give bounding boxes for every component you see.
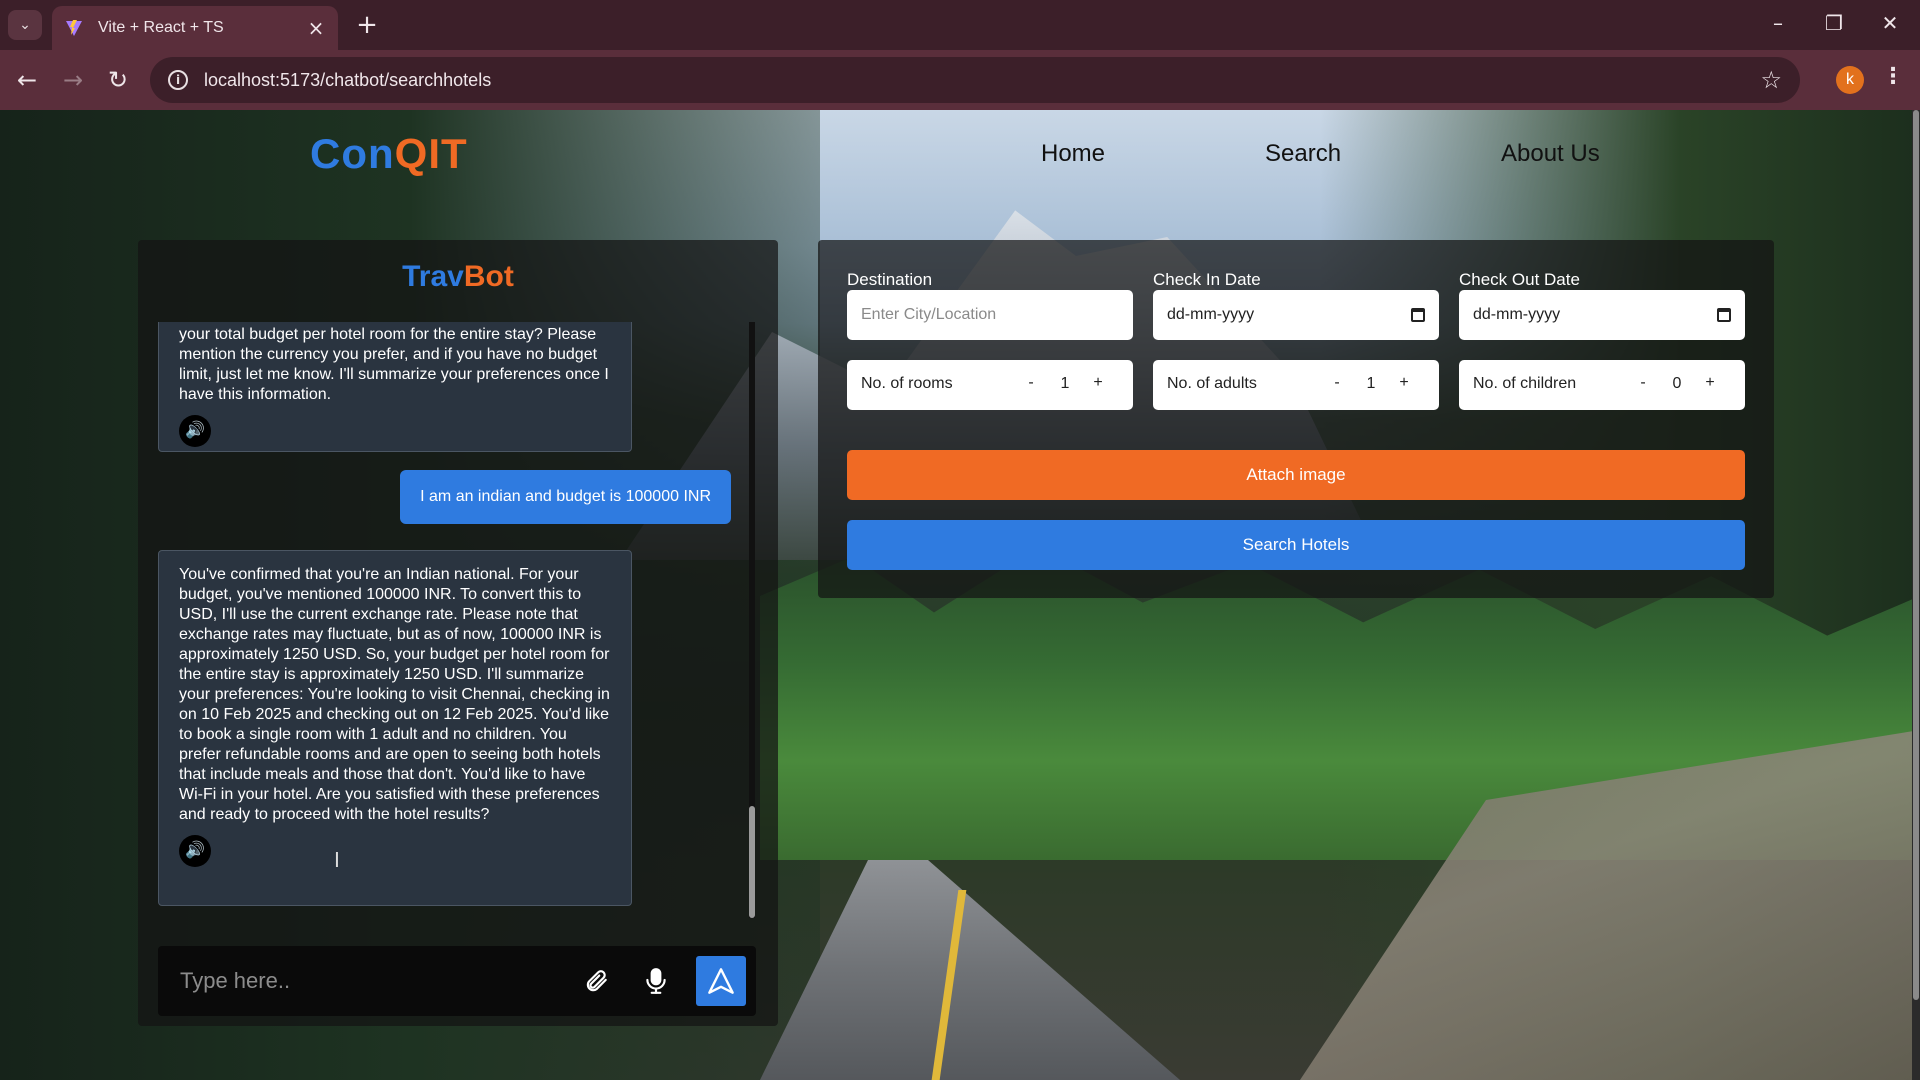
profile-avatar[interactable]: k <box>1836 66 1864 94</box>
paperclip-icon[interactable] <box>578 963 614 999</box>
checkout-label: Check Out Date <box>1459 270 1580 289</box>
vite-logo-icon <box>66 20 82 36</box>
adults-value: 1 <box>1366 375 1376 392</box>
microphone-icon[interactable] <box>638 963 674 999</box>
close-window-icon[interactable]: ✕ <box>1872 8 1908 38</box>
browser-tab[interactable]: Vite + React + TS × <box>52 6 338 50</box>
user-message: I am an indian and budget is 100000 INR <box>400 470 731 524</box>
minimize-icon[interactable]: – <box>1760 8 1796 38</box>
destination-field[interactable] <box>847 290 1133 340</box>
chatbot-title-part-1: Trav <box>402 260 464 293</box>
search-hotels-button[interactable]: Search Hotels <box>847 520 1745 570</box>
text-cursor-icon: I <box>334 848 340 872</box>
page-scrollbar-thumb[interactable] <box>1913 110 1919 1000</box>
attach-image-button[interactable]: Attach image <box>847 450 1745 500</box>
browser-tabbar: ⌄ Vite + React + TS × + – ❐ ✕ <box>0 0 1920 50</box>
tab-title: Vite + React + TS <box>98 19 224 36</box>
chatbot-title-part-2: Bot <box>463 260 514 293</box>
nav-search[interactable]: Search <box>1265 140 1341 168</box>
rooms-value: 1 <box>1060 375 1070 392</box>
browser-menu-icon[interactable]: ⋮ <box>1882 64 1904 89</box>
calendar-icon[interactable] <box>1717 308 1731 322</box>
logo-part-1: Con <box>310 130 395 177</box>
rooms-label: No. of rooms <box>861 375 953 392</box>
reload-icon[interactable]: ↻ <box>101 63 135 97</box>
bot-message: You've confirmed that you're an Indian n… <box>158 550 632 906</box>
adults-decrement-button[interactable]: - <box>1329 374 1345 392</box>
adults-label: No. of adults <box>1167 375 1257 392</box>
chatbot-title: TravBot <box>138 260 778 294</box>
checkin-date-field[interactable]: dd-mm-yyyy <box>1153 290 1439 340</box>
new-tab-icon[interactable]: + <box>352 10 382 40</box>
chatbot-panel: TravBot your total budget per hotel room… <box>138 240 778 1026</box>
chat-scrollbar[interactable] <box>749 322 755 918</box>
nav-home[interactable]: Home <box>1041 140 1105 168</box>
site-info-icon[interactable]: i <box>168 70 188 90</box>
page-scrollbar[interactable] <box>1912 110 1920 1080</box>
forward-icon[interactable]: → <box>56 63 90 97</box>
checkin-label: Check In Date <box>1153 270 1261 289</box>
browser-toolbar: ← → ↻ i localhost:5173/chatbot/searchhot… <box>0 50 1920 110</box>
rooms-counter: No. of rooms - 1 + <box>847 360 1133 410</box>
nav-about-us[interactable]: About Us <box>1501 140 1600 168</box>
hotel-search-panel: Destination Check In Date dd-mm-yyyy Che… <box>818 240 1774 598</box>
chat-scrollbar-thumb[interactable] <box>749 806 755 918</box>
url-text[interactable]: localhost:5173/chatbot/searchhotels <box>204 70 1760 91</box>
close-tab-icon[interactable]: × <box>306 16 326 40</box>
chat-composer <box>158 946 756 1016</box>
background-road <box>760 860 1180 1080</box>
adults-counter: No. of adults - 1 + <box>1153 360 1439 410</box>
children-decrement-button[interactable]: - <box>1635 374 1651 392</box>
destination-label: Destination <box>847 270 933 289</box>
page-viewport: ConQIT Home Search About Us TravBot your… <box>0 110 1920 1080</box>
adults-increment-button[interactable]: + <box>1396 374 1412 392</box>
restore-icon[interactable]: ❐ <box>1816 8 1852 38</box>
children-increment-button[interactable]: + <box>1702 374 1718 392</box>
children-label: No. of children <box>1473 375 1577 392</box>
tab-search-button[interactable]: ⌄ <box>8 10 42 40</box>
speaker-icon[interactable]: 🔊 <box>179 415 211 447</box>
destination-input[interactable] <box>861 306 1119 324</box>
send-button[interactable] <box>696 956 746 1006</box>
bookmark-star-icon[interactable]: ☆ <box>1760 66 1782 94</box>
checkout-date-value[interactable]: dd-mm-yyyy <box>1473 306 1717 324</box>
checkout-date-field[interactable]: dd-mm-yyyy <box>1459 290 1745 340</box>
rooms-decrement-button[interactable]: - <box>1023 374 1039 392</box>
rooms-increment-button[interactable]: + <box>1090 374 1106 392</box>
chat-messages[interactable]: your total budget per hotel room for the… <box>158 322 743 918</box>
children-counter: No. of children - 0 + <box>1459 360 1745 410</box>
checkin-date-value[interactable]: dd-mm-yyyy <box>1167 306 1411 324</box>
logo-part-2: QIT <box>394 130 468 177</box>
back-icon[interactable]: ← <box>10 63 44 97</box>
bot-message-text: You've confirmed that you're an Indian n… <box>179 566 610 823</box>
chat-input[interactable] <box>158 946 578 1016</box>
user-message-text: I am an indian and budget is 100000 INR <box>420 488 711 505</box>
bot-message-text: your total budget per hotel room for the… <box>179 326 609 403</box>
children-value: 0 <box>1672 375 1682 392</box>
send-icon <box>708 968 734 994</box>
conqit-logo[interactable]: ConQIT <box>310 130 468 178</box>
bot-message: your total budget per hotel room for the… <box>158 322 632 452</box>
speaker-icon[interactable]: 🔊 <box>179 835 211 867</box>
address-bar[interactable]: i localhost:5173/chatbot/searchhotels ☆ <box>150 57 1800 103</box>
calendar-icon[interactable] <box>1411 308 1425 322</box>
